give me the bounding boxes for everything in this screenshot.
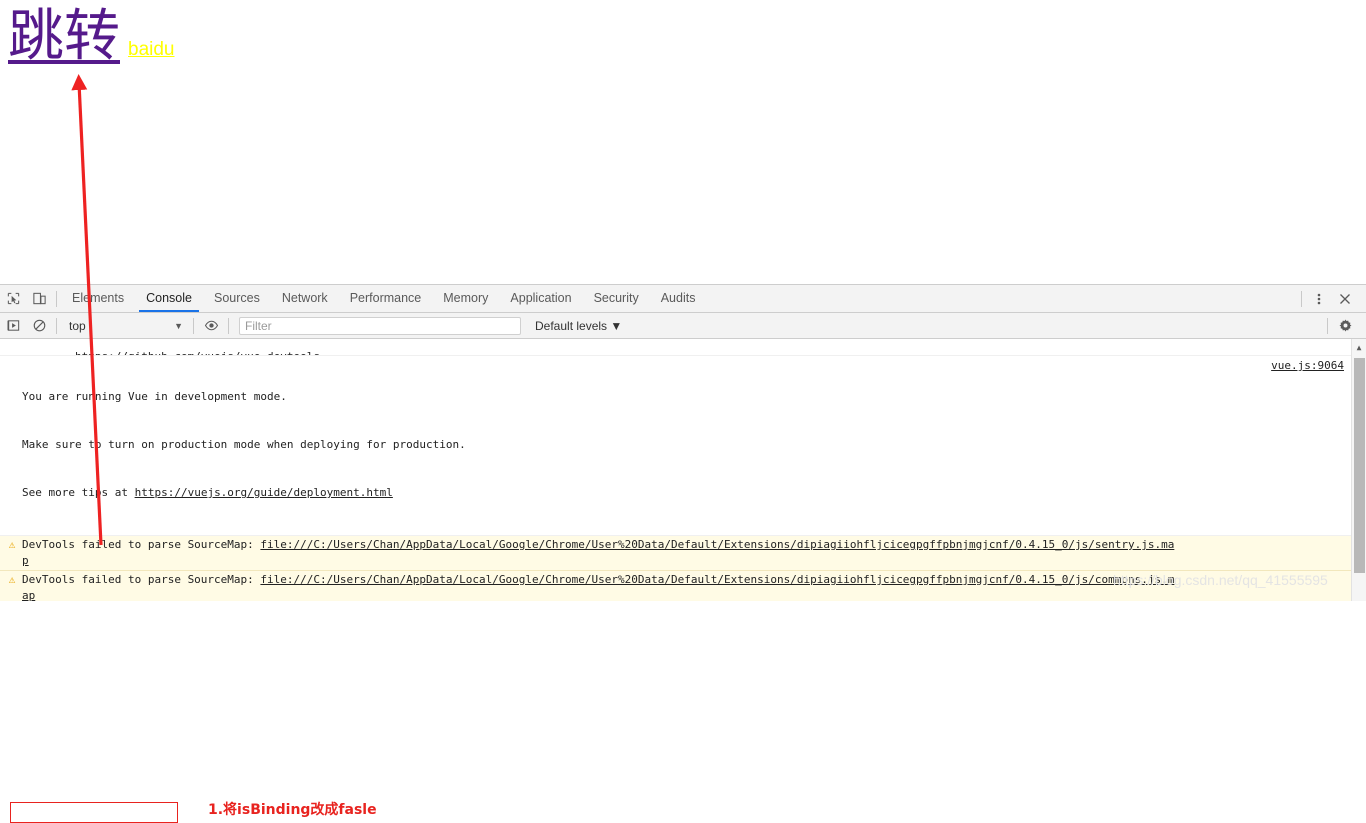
scrollbar-thumb[interactable] [1354, 358, 1365, 573]
tab-security[interactable]: Security [583, 285, 650, 312]
console-row-warning: ⚠ DevTools failed to parse SourceMap: fi… [0, 536, 1366, 571]
execution-context-selector[interactable]: top ▼ [61, 319, 189, 333]
baidu-link[interactable]: baidu [128, 39, 175, 61]
toolbar-divider [56, 317, 57, 334]
devtools-panel: Elements Console Sources Network Perform… [0, 284, 1366, 823]
source-link[interactable]: vue.js:9064 [1271, 358, 1344, 374]
page-links: 跳转 baidu [8, 7, 175, 67]
vue-devmode-line1: You are running Vue in development mode. [22, 390, 287, 403]
chevron-down-icon: ▼ [174, 320, 183, 331]
execute-snippet-icon-svg [7, 320, 19, 331]
warning-triangle-icon: ⚠ [8, 538, 16, 551]
warning-triangle-icon: ⚠ [8, 573, 16, 586]
tab-memory[interactable]: Memory [432, 285, 499, 312]
toolbar-divider [193, 317, 194, 334]
tab-console[interactable]: Console [135, 285, 203, 312]
console-scrollbar[interactable]: ▲ [1351, 339, 1366, 601]
tabbar-right-controls [1297, 286, 1366, 312]
tab-application[interactable]: Application [499, 285, 582, 312]
clear-console-icon[interactable] [26, 313, 52, 339]
vue-devmode-line2: Make sure to turn on production mode whe… [22, 438, 466, 451]
device-toolbar-icon-svg [32, 292, 46, 305]
toolbar-divider [228, 317, 229, 334]
warning-text: DevTools failed to parse SourceMap: [22, 573, 261, 586]
browser-page-viewport: 跳转 baidu [0, 0, 1366, 284]
filterbar-right-controls [1323, 313, 1366, 339]
console-message-list[interactable]: https://github.com/vuejs/vue-devtools vu… [0, 339, 1366, 601]
console-row-cutoff: https://github.com/vuejs/vue-devtools [0, 339, 1366, 356]
clear-console-icon-svg [33, 319, 45, 332]
live-expression-icon[interactable] [198, 313, 224, 339]
highlight-box-annotation [10, 802, 178, 823]
tab-elements[interactable]: Elements [61, 285, 135, 312]
vue-devmode-line3-prefix: See more tips at [22, 486, 135, 499]
tab-network[interactable]: Network [271, 285, 339, 312]
more-options-icon[interactable] [1306, 286, 1332, 312]
console-toolbar: top ▼ Default levels ▼ [0, 313, 1366, 339]
inspect-element-icon[interactable] [0, 286, 26, 312]
console-row-vue-devmode: vue.js:9064 You are running Vue in devel… [0, 356, 1366, 536]
annotation-note: 1.将isBinding改成fasle [208, 802, 377, 818]
vue-deployment-link[interactable]: https://vuejs.org/guide/deployment.html [135, 486, 393, 499]
toolbar-divider [1327, 317, 1328, 334]
execution-context-label: top [69, 318, 86, 333]
jump-link[interactable]: 跳转 [8, 7, 120, 67]
gear-icon-svg [1339, 319, 1351, 332]
close-icon[interactable] [1332, 286, 1358, 312]
execute-snippet-icon[interactable] [0, 313, 26, 339]
device-toolbar-icon[interactable] [26, 286, 52, 312]
close-icon-svg [1340, 293, 1350, 304]
tab-audits[interactable]: Audits [650, 285, 707, 312]
devtools-tabbar: Elements Console Sources Network Perform… [0, 285, 1366, 313]
toolbar-divider [1301, 290, 1302, 307]
console-row-warning: ⚠ DevTools failed to parse SourceMap: fi… [0, 571, 1366, 601]
more-options-icon-svg [1317, 293, 1321, 304]
vue-devmode-line3: See more tips at https://vuejs.org/guide… [22, 485, 1176, 501]
scroll-up-arrow-icon[interactable]: ▲ [1352, 339, 1366, 355]
log-levels-selector[interactable]: Default levels ▼ [535, 319, 622, 333]
console-filter-input[interactable] [239, 316, 521, 335]
toolbar-divider [56, 290, 57, 307]
inspect-element-icon-svg [7, 292, 19, 305]
tab-performance[interactable]: Performance [339, 285, 433, 312]
eye-icon-svg [204, 320, 218, 331]
settings-gear-icon[interactable] [1332, 313, 1358, 339]
warning-text: DevTools failed to parse SourceMap: [22, 538, 261, 551]
tab-sources[interactable]: Sources [203, 285, 271, 312]
